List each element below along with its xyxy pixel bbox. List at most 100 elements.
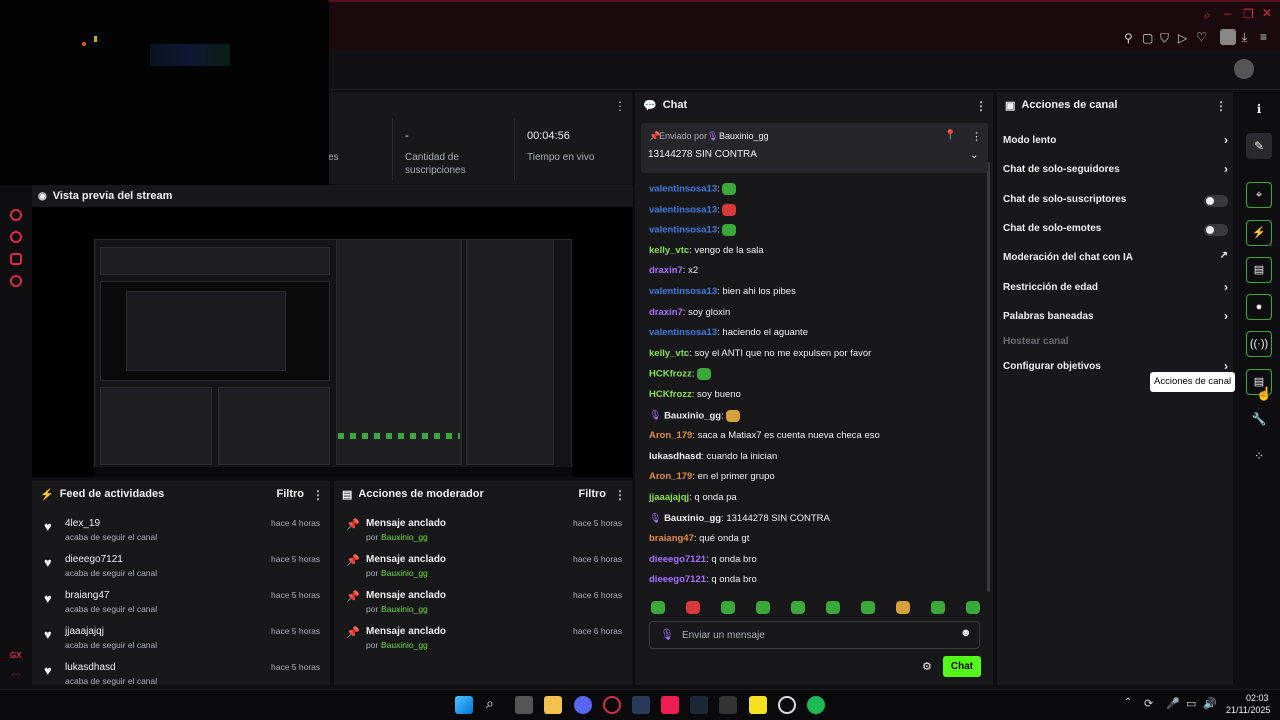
windows-start-icon[interactable] [455, 696, 473, 714]
screenshot-icon[interactable]: ▢ [1142, 31, 1153, 45]
opera-gx-icon[interactable] [603, 696, 621, 714]
feed-user[interactable]: braiang47 [65, 590, 109, 601]
chat-input-box[interactable]: 🎙 Enviar un mensaje ☻ [649, 621, 980, 649]
pin-icon[interactable]: ⚲ [1124, 31, 1133, 45]
notes-icon[interactable] [749, 696, 767, 714]
chat-message[interactable]: valentinsosa13: [649, 224, 737, 237]
shield-icon[interactable]: ⛉ [1160, 31, 1169, 46]
chat-message[interactable]: 🎙 Bauxinio_gg: 13144278 SIN CONTRA [649, 513, 830, 524]
emote-icon[interactable] [756, 601, 770, 614]
profile-avatar-icon[interactable] [1220, 29, 1236, 45]
chat-username[interactable]: kelly_vtc [649, 245, 689, 256]
emote-icon[interactable] [896, 601, 910, 614]
chat-settings-icon[interactable]: ⚙ [922, 660, 932, 673]
mod-filter-button[interactable]: Filtro [579, 488, 607, 500]
chat-message[interactable]: kelly_vtc: soy el ANTI que no me expulse… [649, 348, 871, 359]
chat-message[interactable]: 🎙 Bauxinio_gg: [649, 409, 741, 422]
emote-icon[interactable] [791, 601, 805, 614]
chat-send-button[interactable]: Chat [943, 656, 981, 677]
chat-message[interactable]: valentinsosa13: [649, 203, 737, 216]
chat-username[interactable]: valentinsosa13 [649, 204, 717, 215]
kebab-menu-icon[interactable]: ⋮ [971, 130, 982, 143]
chat-username[interactable]: jjaaajajqj [649, 492, 689, 503]
tray-chevron-icon[interactable]: ⌃ [1124, 697, 1132, 708]
kebab-menu-icon[interactable]: ⋮ [312, 488, 324, 502]
channel-action-item[interactable]: Palabras baneadas › [1003, 309, 1228, 329]
list-item[interactable]: ♥ dieeego7121 acaba de seguir el canal hace… [32, 551, 330, 587]
chat-message[interactable]: valentinsosa13: bien ahi los pibes [649, 286, 796, 297]
task-view-icon[interactable] [515, 696, 533, 714]
list-item[interactable]: 📌 Mensaje anclado por Bauxinio_gg hace 6 hor… [334, 587, 632, 623]
obs-icon[interactable] [778, 696, 796, 714]
channel-action-item[interactable]: Moderación del chat con IA ↗ [1003, 250, 1228, 270]
emote-icon[interactable] [686, 601, 700, 614]
chat-username[interactable]: valentinsosa13 [649, 225, 717, 236]
channel-action-item[interactable]: Chat de solo-emotes [1003, 221, 1228, 241]
spotify-icon[interactable] [807, 696, 825, 714]
chat-message[interactable]: Aron_179: en el primer grupo [649, 471, 775, 482]
feed-user[interactable]: dieeego7121 [65, 554, 123, 565]
chat-username[interactable]: dieeego7121 [649, 574, 706, 585]
emote-icon[interactable] [651, 601, 665, 614]
channel-action-item[interactable]: Chat de solo-seguidores › [1003, 162, 1228, 182]
chat-username[interactable]: draxin7 [649, 307, 683, 318]
kebab-menu-icon[interactable]: ⋮ [614, 488, 626, 502]
wrench-icon[interactable]: 🔧 [1246, 406, 1272, 432]
davinci-icon[interactable] [632, 696, 650, 714]
chat-username[interactable]: Aron_179 [649, 471, 692, 482]
minimize-icon[interactable]: – [1224, 6, 1231, 20]
chat-message[interactable]: valentinsosa13: [649, 183, 737, 195]
kebab-menu-icon[interactable]: ⋮ [614, 99, 626, 113]
restore-icon[interactable]: ❐ [1243, 7, 1254, 21]
share-icon[interactable]: ⁘ [1246, 443, 1272, 469]
puzzle-icon[interactable] [10, 253, 22, 265]
heart-icon[interactable]: ♡ [1196, 30, 1207, 44]
sync-icon[interactable]: ⟳ [1144, 697, 1153, 710]
chat-username[interactable]: draxin7 [649, 265, 683, 276]
chat-message[interactable]: jjaaajajqj: q onda pa [649, 492, 737, 503]
chat-username[interactable]: Aron_179 [649, 430, 692, 441]
search-icon[interactable]: ⌕ [486, 695, 494, 712]
chat-bubble-icon[interactable]: ● [1246, 294, 1272, 320]
emote-icon[interactable] [966, 601, 980, 614]
clock-date[interactable]: 21/11/2025 [1226, 705, 1270, 715]
chat-username[interactable]: valentinsosa13 [649, 327, 717, 338]
chat-message[interactable]: Aron_179: saca a Matiax7 es cuenta nueva… [649, 430, 880, 441]
emote-icon[interactable] [931, 601, 945, 614]
chat-username[interactable]: valentinsosa13 [649, 184, 717, 195]
mod-action-user[interactable]: Bauxinio_gg [381, 532, 428, 542]
display-icon[interactable]: ▭ [1186, 697, 1196, 710]
chat-username[interactable]: braiang47 [649, 533, 694, 544]
emoji-icon[interactable]: ☻ [960, 627, 972, 639]
chat-message[interactable]: HCKfrozz: soy bueno [649, 389, 741, 400]
toggle-switch[interactable] [1204, 195, 1228, 207]
info-icon[interactable]: ℹ [1246, 96, 1272, 122]
clock-time[interactable]: 02:03 [1246, 693, 1269, 703]
channel-action-item[interactable]: Restricción de edad › [1003, 280, 1228, 300]
chat-username[interactable]: kelly_vtc [649, 348, 689, 359]
settings-icon[interactable] [10, 275, 22, 287]
more-icon[interactable]: ··· [11, 669, 21, 680]
chat-message[interactable]: lukasdhasd: cuando la inician [649, 451, 777, 462]
chat-username[interactable]: valentinsosa13 [649, 286, 717, 297]
list-item[interactable]: ♥ braiang47 acaba de seguir el canal hace 5… [32, 587, 330, 623]
bolt-icon[interactable]: ⚡ [1246, 220, 1272, 246]
channel-action-item[interactable]: Modo lento › [1003, 133, 1228, 153]
emote-icon[interactable] [721, 601, 735, 614]
pencil-icon[interactable]: ✎ [1246, 133, 1272, 159]
chat-username[interactable]: HCKfrozz [649, 369, 692, 380]
mic-icon[interactable]: 🎤 [1166, 697, 1180, 710]
kebab-menu-icon[interactable]: ⋮ [1215, 99, 1227, 113]
document-icon[interactable]: ▤ [1246, 257, 1272, 283]
chat-username[interactable]: dieeego7121 [649, 554, 706, 565]
list-item[interactable]: 📌 Mensaje anclado por Bauxinio_gg hace 5 hor… [334, 515, 632, 551]
chat-username[interactable]: HCKfrozz [649, 389, 692, 400]
clock-icon[interactable] [10, 231, 22, 243]
list-item[interactable]: ♥ 4lex_19 acaba de seguir el canal hace 4 h… [32, 515, 330, 551]
chat-message[interactable]: draxin7: x2 [649, 265, 698, 276]
feed-user[interactable]: jjaaajajqj [65, 626, 104, 637]
emote-icon[interactable] [826, 601, 840, 614]
chevron-down-icon[interactable]: ⌄ [970, 150, 978, 161]
menu-icon[interactable]: ≡ [1260, 30, 1267, 44]
volume-icon[interactable]: 🔊 [1203, 697, 1217, 710]
